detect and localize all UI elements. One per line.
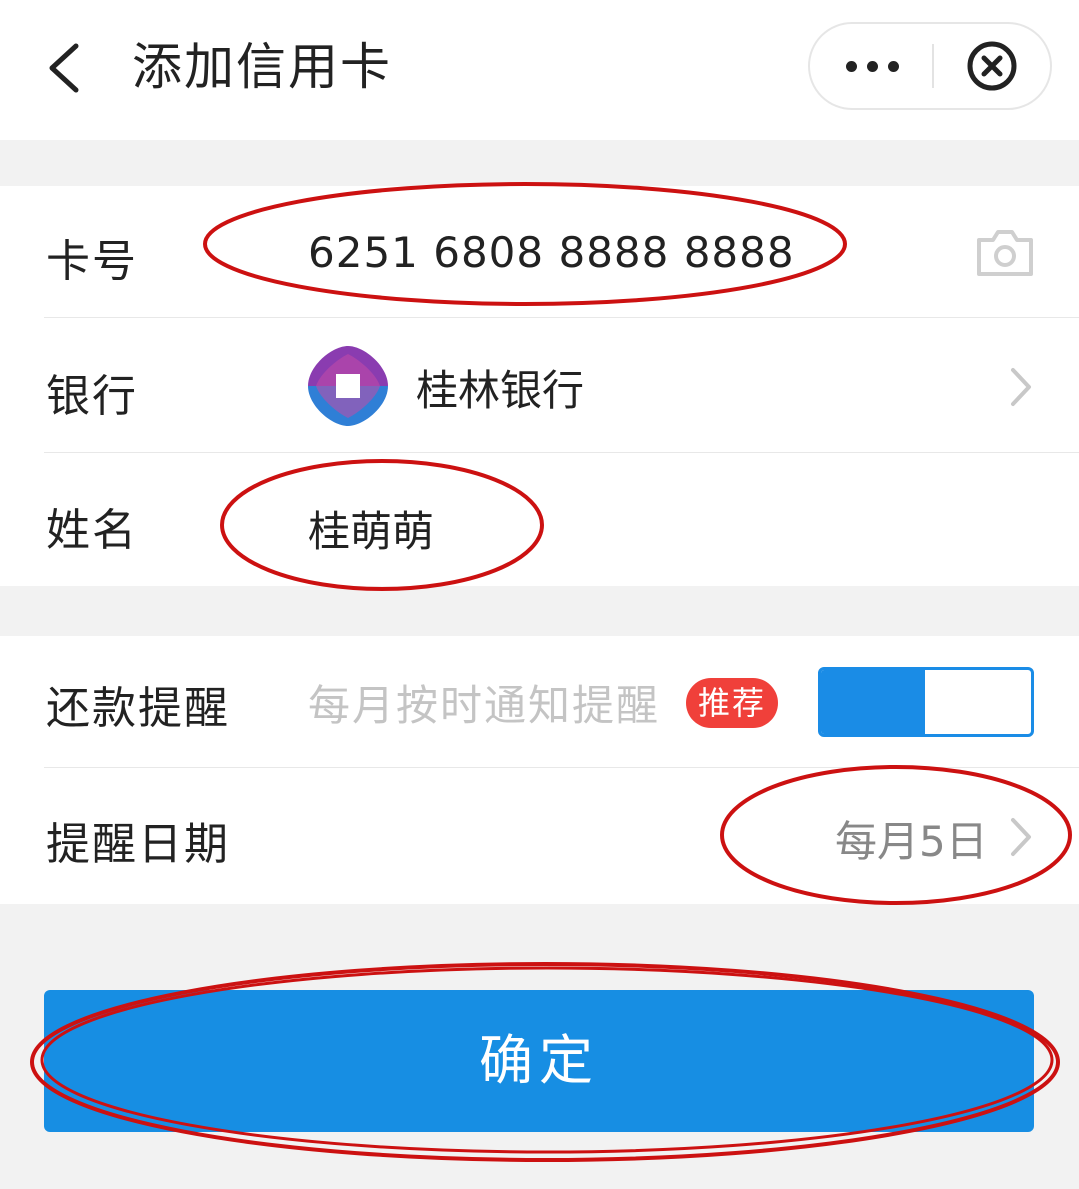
close-circle-icon[interactable] [966,40,1018,92]
repay-reminder-toggle[interactable] [818,667,1034,737]
title-bar: 添加信用卡 [0,0,1079,140]
repay-reminder-label: 还款提醒 [46,683,230,734]
toggle-on-fill [821,670,925,734]
name-field[interactable]: 桂萌萌 [308,498,434,559]
repay-reminder-hint: 每月按时通知提醒 [308,681,661,730]
bank-name[interactable]: 桂林银行 [416,357,584,418]
card-number-label: 卡号 [46,236,138,287]
row-divider [44,452,1079,453]
bank-label: 银行 [46,371,138,422]
chevron-right-icon[interactable] [1008,815,1034,859]
chevron-right-icon[interactable] [1008,365,1034,409]
card-number-field[interactable]: 6251 6808 8888 8888 [308,228,795,277]
page-title: 添加信用卡 [132,38,392,96]
name-label: 姓名 [46,505,138,556]
capsule-divider [932,44,934,88]
confirm-button[interactable]: 确定 [44,990,1034,1132]
row-divider [44,317,1079,318]
reminder-date-value[interactable]: 每月5日 [835,808,988,869]
menu-capsule [808,22,1052,110]
camera-icon[interactable] [975,226,1035,278]
more-dots-icon[interactable] [810,24,934,108]
chevron-left-icon[interactable] [40,38,90,98]
bank-logo-icon [308,346,388,426]
row-divider [44,767,1079,768]
reminder-date-label: 提醒日期 [46,819,230,870]
recommend-badge: 推荐 [686,678,779,728]
